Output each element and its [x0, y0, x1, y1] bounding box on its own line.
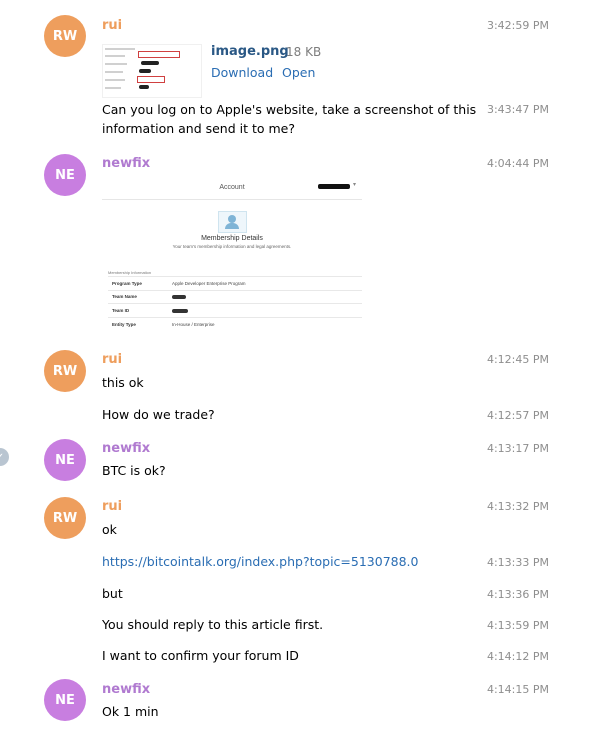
file-name[interactable]: image.png: [211, 44, 289, 59]
avatar[interactable]: RW: [44, 15, 86, 57]
row-label: Entity Type: [112, 322, 136, 327]
message-time: 4:13:36 PM: [486, 588, 549, 601]
sender-name[interactable]: newfix: [102, 441, 150, 456]
message-text: How do we trade?: [102, 407, 215, 422]
avatar[interactable]: NE: [44, 439, 86, 481]
row-label: Team ID: [112, 308, 130, 313]
sender-name[interactable]: rui: [102, 18, 122, 33]
sender-name[interactable]: newfix: [102, 156, 150, 171]
message-time: 3:42:59 PM: [486, 19, 549, 32]
message-time: 4:12:45 PM: [486, 353, 549, 366]
message-text: You should reply to this article first.: [102, 617, 324, 632]
message-time: 4:13:33 PM: [486, 556, 549, 569]
row-label: Program Type: [112, 281, 142, 286]
message-time: 4:13:17 PM: [486, 442, 549, 455]
chevron-down-icon: ▾: [352, 182, 356, 188]
row-label: Team Name: [112, 294, 137, 299]
screenshot-section: Membership Information: [108, 270, 152, 275]
file-size: 18 KB: [286, 45, 322, 59]
open-link[interactable]: Open: [282, 65, 315, 80]
message-text: Ok 1 min: [102, 704, 159, 719]
message-text: ok: [102, 522, 117, 537]
message-time: 4:12:57 PM: [486, 409, 549, 422]
sender-name[interactable]: rui: [102, 352, 122, 367]
screenshot-subheading: Your team's membership information and l…: [172, 244, 292, 249]
sender-name[interactable]: newfix: [102, 682, 150, 697]
screenshot-heading: Membership Details: [201, 235, 263, 242]
message-time: 4:13:32 PM: [486, 500, 549, 513]
message-time: 4:14:12 PM: [486, 650, 549, 663]
avatar[interactable]: NE: [44, 154, 86, 196]
row-value: In-House / Enterprise: [172, 322, 215, 327]
avatar[interactable]: RW: [44, 350, 86, 392]
message-link[interactable]: https://bitcointalk.org/index.php?topic=…: [102, 554, 419, 570]
message-text-line2: information and send it to me?: [102, 121, 296, 136]
message-text: but: [102, 586, 123, 601]
check-icon[interactable]: ✓: [0, 448, 9, 466]
message-time: 4:13:59 PM: [486, 619, 549, 632]
avatar[interactable]: RW: [44, 497, 86, 539]
message-time: 4:04:44 PM: [486, 157, 549, 170]
image-thumbnail[interactable]: [102, 44, 202, 98]
avatar[interactable]: NE: [44, 679, 86, 721]
message-time: 3:43:47 PM: [486, 103, 549, 116]
download-link[interactable]: Download: [211, 65, 273, 80]
message-text: BTC is ok?: [102, 463, 166, 478]
sender-name[interactable]: rui: [102, 499, 122, 514]
message-text: I want to confirm your forum ID: [102, 648, 299, 663]
message-text: Can you log on to Apple's website, take …: [102, 102, 477, 117]
message-text: this ok: [102, 375, 144, 390]
row-value: Apple Developer Enterprise Program: [172, 281, 246, 286]
screenshot-image[interactable]: Account ▾ Membership Details Your team's…: [102, 181, 362, 332]
message-time: 4:14:15 PM: [486, 683, 549, 696]
membership-icon: [218, 211, 247, 233]
account-menu: ▾: [318, 182, 356, 189]
